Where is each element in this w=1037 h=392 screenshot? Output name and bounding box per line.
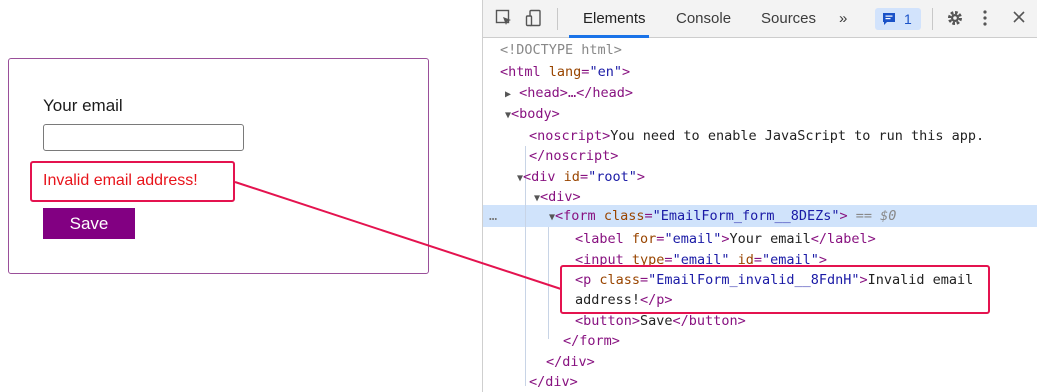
body-node[interactable]: ▼<body>: [505, 104, 560, 124]
form-close: </form>: [563, 333, 620, 349]
label-node[interactable]: <label for="email">Your email</label>: [575, 229, 876, 249]
p-node-highlight-box: [560, 265, 990, 314]
button-node[interactable]: <button>Save</button>: [575, 311, 746, 331]
doctype-line: <!DOCTYPE html>: [500, 42, 622, 58]
noscript-close: </noscript>: [529, 148, 619, 164]
div-node[interactable]: ▼<div>: [534, 187, 581, 207]
noscript-node[interactable]: <noscript>You need to enable JavaScript …: [529, 126, 984, 146]
save-button[interactable]: Save: [43, 208, 135, 239]
root-div-node[interactable]: ▼<div id="root">: [517, 167, 645, 187]
devtools-panel: Elements Console Sources » 1 <!DOCTYPE h…: [482, 0, 1037, 392]
form-node[interactable]: ▼<form class="EmailForm_form__8DEZs"> ==…: [549, 206, 896, 226]
expand-triangle-icon[interactable]: ▶: [505, 89, 511, 100]
row-actions-ellipsis[interactable]: …: [489, 206, 497, 226]
head-node[interactable]: ▶ <head>…</head>: [505, 83, 633, 103]
email-input[interactable]: [43, 124, 244, 151]
div-close: </div>: [546, 354, 595, 370]
html-node[interactable]: <html lang="en">: [500, 62, 630, 82]
error-highlight-box: [30, 161, 235, 202]
root-div-close: </div>: [529, 374, 578, 390]
email-label: Your email: [43, 96, 123, 115]
